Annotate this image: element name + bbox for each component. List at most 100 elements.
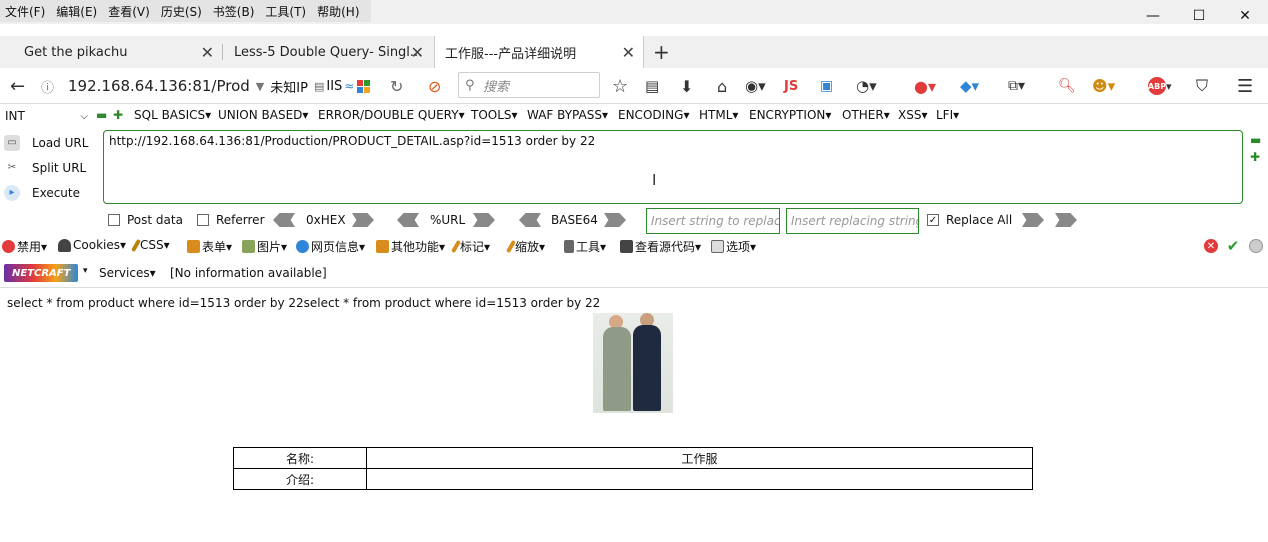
netcraft-logo[interactable]: NETCRAFT (4, 264, 78, 282)
close-window-button[interactable]: ✕ (1222, 0, 1268, 32)
adblock-icon[interactable]: ABP ▾ (1148, 74, 1172, 98)
checkbox-box (108, 214, 120, 226)
home-icon[interactable]: ⌂ (717, 74, 727, 98)
referrer-label: Referrer (216, 213, 265, 227)
translate-icon[interactable]: ◆▾ (960, 74, 979, 98)
reload-icon[interactable]: ↻ (390, 74, 403, 98)
menu-error-double-query[interactable]: ERROR/DOUBLE QUERY▾ (318, 108, 465, 122)
type-select[interactable]: INT ⌵ (2, 106, 90, 126)
menu-union-based[interactable]: UNION BASED▾ (218, 108, 308, 122)
dropdown-icon[interactable]: ▼ (256, 80, 264, 93)
chevron-down-icon[interactable]: ▾ (83, 266, 88, 276)
url-textarea[interactable]: http://192.168.64.136:81/Production/PROD… (103, 130, 1243, 204)
webdev-page-info[interactable]: 网页信息▾ (296, 238, 365, 255)
hex-encode-arrow-icon[interactable] (352, 213, 374, 227)
back-icon[interactable]: ← (10, 74, 25, 98)
tab-pikachu[interactable]: Get the pikachu ✕ (14, 36, 223, 68)
webdev-misc[interactable]: 其他功能▾ (376, 238, 445, 255)
tab-less5[interactable]: Less-5 Double Query- Singl... ✕ (224, 36, 432, 68)
replace-all-checkbox[interactable]: ✓ Replace All (927, 213, 1012, 227)
replace-all-label: Replace All (946, 213, 1013, 227)
netcraft-info: [No information available] (170, 266, 327, 280)
minimize-button[interactable]: — (1130, 0, 1176, 32)
load-url-button[interactable]: ▭ Load URL (0, 130, 100, 155)
tab-product-detail[interactable]: 工作服---产品详细说明 ✕ (434, 36, 644, 68)
hamburger-menu-icon[interactable]: ☰ (1237, 74, 1253, 98)
status-dot-icon[interactable] (1249, 239, 1263, 253)
address-bar[interactable]: ⓘ 192.168.64.136:81/Prod ▼ 未知IP ▤ IIS ≈ (38, 72, 410, 100)
reading-list-icon[interactable]: ▤ (645, 74, 659, 98)
menu-sql-basics[interactable]: SQL BASICS▾ (134, 108, 211, 122)
maximize-button[interactable]: ☐ (1176, 0, 1222, 32)
post-data-checkbox[interactable]: Post data (108, 213, 183, 227)
minus-icon[interactable]: ▬ (96, 108, 107, 122)
search-input[interactable]: ⚲ 搜索 (458, 72, 600, 98)
menu-waf-bypass[interactable]: WAF BYPASS▾ (527, 108, 608, 122)
webdev-forms[interactable]: 表单▾ (187, 238, 232, 255)
ok-status-icon[interactable]: ✔ (1226, 237, 1240, 255)
minus-icon[interactable]: ▬ (1250, 133, 1261, 147)
close-tab-icon[interactable]: ✕ (201, 43, 214, 62)
row-key: 介绍: (233, 468, 367, 490)
menu-lfi[interactable]: LFI▾ (936, 108, 959, 122)
menu-tools[interactable]: 工具(T) (265, 3, 306, 20)
base64-decode-arrow-icon[interactable] (519, 213, 541, 227)
globe-icon[interactable]: ◉▾ (745, 74, 766, 98)
bookmark-star-icon[interactable]: ☆ (612, 74, 628, 98)
shield-icon[interactable]: ⛉ (1196, 74, 1208, 98)
menu-view[interactable]: 查看(V) (108, 3, 150, 20)
webdev-tools[interactable]: 工具▾ (564, 238, 606, 255)
menu-other[interactable]: OTHER▾ (842, 108, 890, 122)
plus-icon[interactable]: ✚ (113, 108, 123, 122)
webdev-css[interactable]: CSS▾ (131, 238, 170, 252)
menu-bookmarks[interactable]: 书签(B) (213, 3, 255, 20)
split-url-button[interactable]: ✂ Split URL (0, 155, 100, 180)
row-key: 名称: (233, 447, 367, 469)
services-menu[interactable]: Services▾ (99, 266, 156, 280)
menu-html[interactable]: HTML▾ (699, 108, 738, 122)
replacing-string-input[interactable]: Insert replacing string (786, 208, 919, 234)
close-tab-icon[interactable]: ✕ (411, 43, 424, 62)
hex-decode-arrow-icon[interactable] (273, 213, 295, 227)
menu-history[interactable]: 历史(S) (161, 3, 202, 20)
webdev-view-source[interactable]: 查看源代码▾ (620, 238, 701, 255)
webdev-cookies[interactable]: Cookies▾ (58, 238, 126, 252)
info-icon[interactable]: ⓘ (41, 77, 54, 96)
hackbar-icon[interactable]: ●▾ (914, 74, 936, 98)
menu-file[interactable]: 文件(F) (5, 3, 45, 20)
js-icon[interactable]: JS (784, 74, 798, 98)
url-decode-arrow-icon[interactable] (397, 213, 419, 227)
replace-string-input[interactable]: Insert string to replace (646, 208, 780, 234)
image-icon[interactable]: ▣ (820, 74, 833, 98)
new-tab-button[interactable]: + (653, 40, 670, 64)
webdev-disable[interactable]: 禁用▾ (2, 238, 47, 255)
url-encode-arrow-icon[interactable] (473, 213, 495, 227)
menu-encryption[interactable]: ENCRYPTION▾ (749, 108, 831, 122)
replace-arrow-icon[interactable] (1022, 213, 1044, 227)
menu-xss[interactable]: XSS▾ (898, 108, 927, 122)
menu-edit[interactable]: 编辑(E) (56, 3, 97, 20)
ports-icon[interactable]: ⧉▾ (1008, 74, 1025, 98)
plus-icon[interactable]: ✚ (1250, 150, 1260, 164)
greasemonkey-icon[interactable]: ☻▾ (1092, 74, 1115, 98)
noscript-icon[interactable]: ⊘ (428, 74, 441, 98)
error-status-icon[interactable]: ✕ (1204, 239, 1218, 253)
base64-encode-arrow-icon[interactable] (604, 213, 626, 227)
menu-help[interactable]: 帮助(H) (317, 3, 359, 20)
webdev-outline[interactable]: 标记▾ (451, 238, 490, 255)
webdev-resize[interactable]: 缩放▾ (506, 238, 545, 255)
download-icon[interactable]: ⬇ (680, 74, 693, 98)
disable-icon (2, 240, 15, 253)
cookie-icon[interactable]: ◔▾ (856, 74, 877, 98)
menu-tools[interactable]: TOOLS▾ (471, 108, 518, 122)
webdev-options[interactable]: 选项▾ (711, 238, 756, 255)
webdev-images[interactable]: 图片▾ (242, 238, 287, 255)
referrer-checkbox[interactable]: Referrer (197, 213, 265, 227)
replace-reverse-arrow-icon[interactable] (1055, 213, 1077, 227)
zoom-icon[interactable]: 🔍︎ (1058, 74, 1076, 98)
close-tab-icon[interactable]: ✕ (622, 43, 635, 62)
post-data-label: Post data (127, 213, 183, 227)
execute-button[interactable]: ▸ Execute (0, 180, 100, 205)
tab-label: Get the pikachu (24, 44, 128, 60)
menu-encoding[interactable]: ENCODING▾ (618, 108, 689, 122)
